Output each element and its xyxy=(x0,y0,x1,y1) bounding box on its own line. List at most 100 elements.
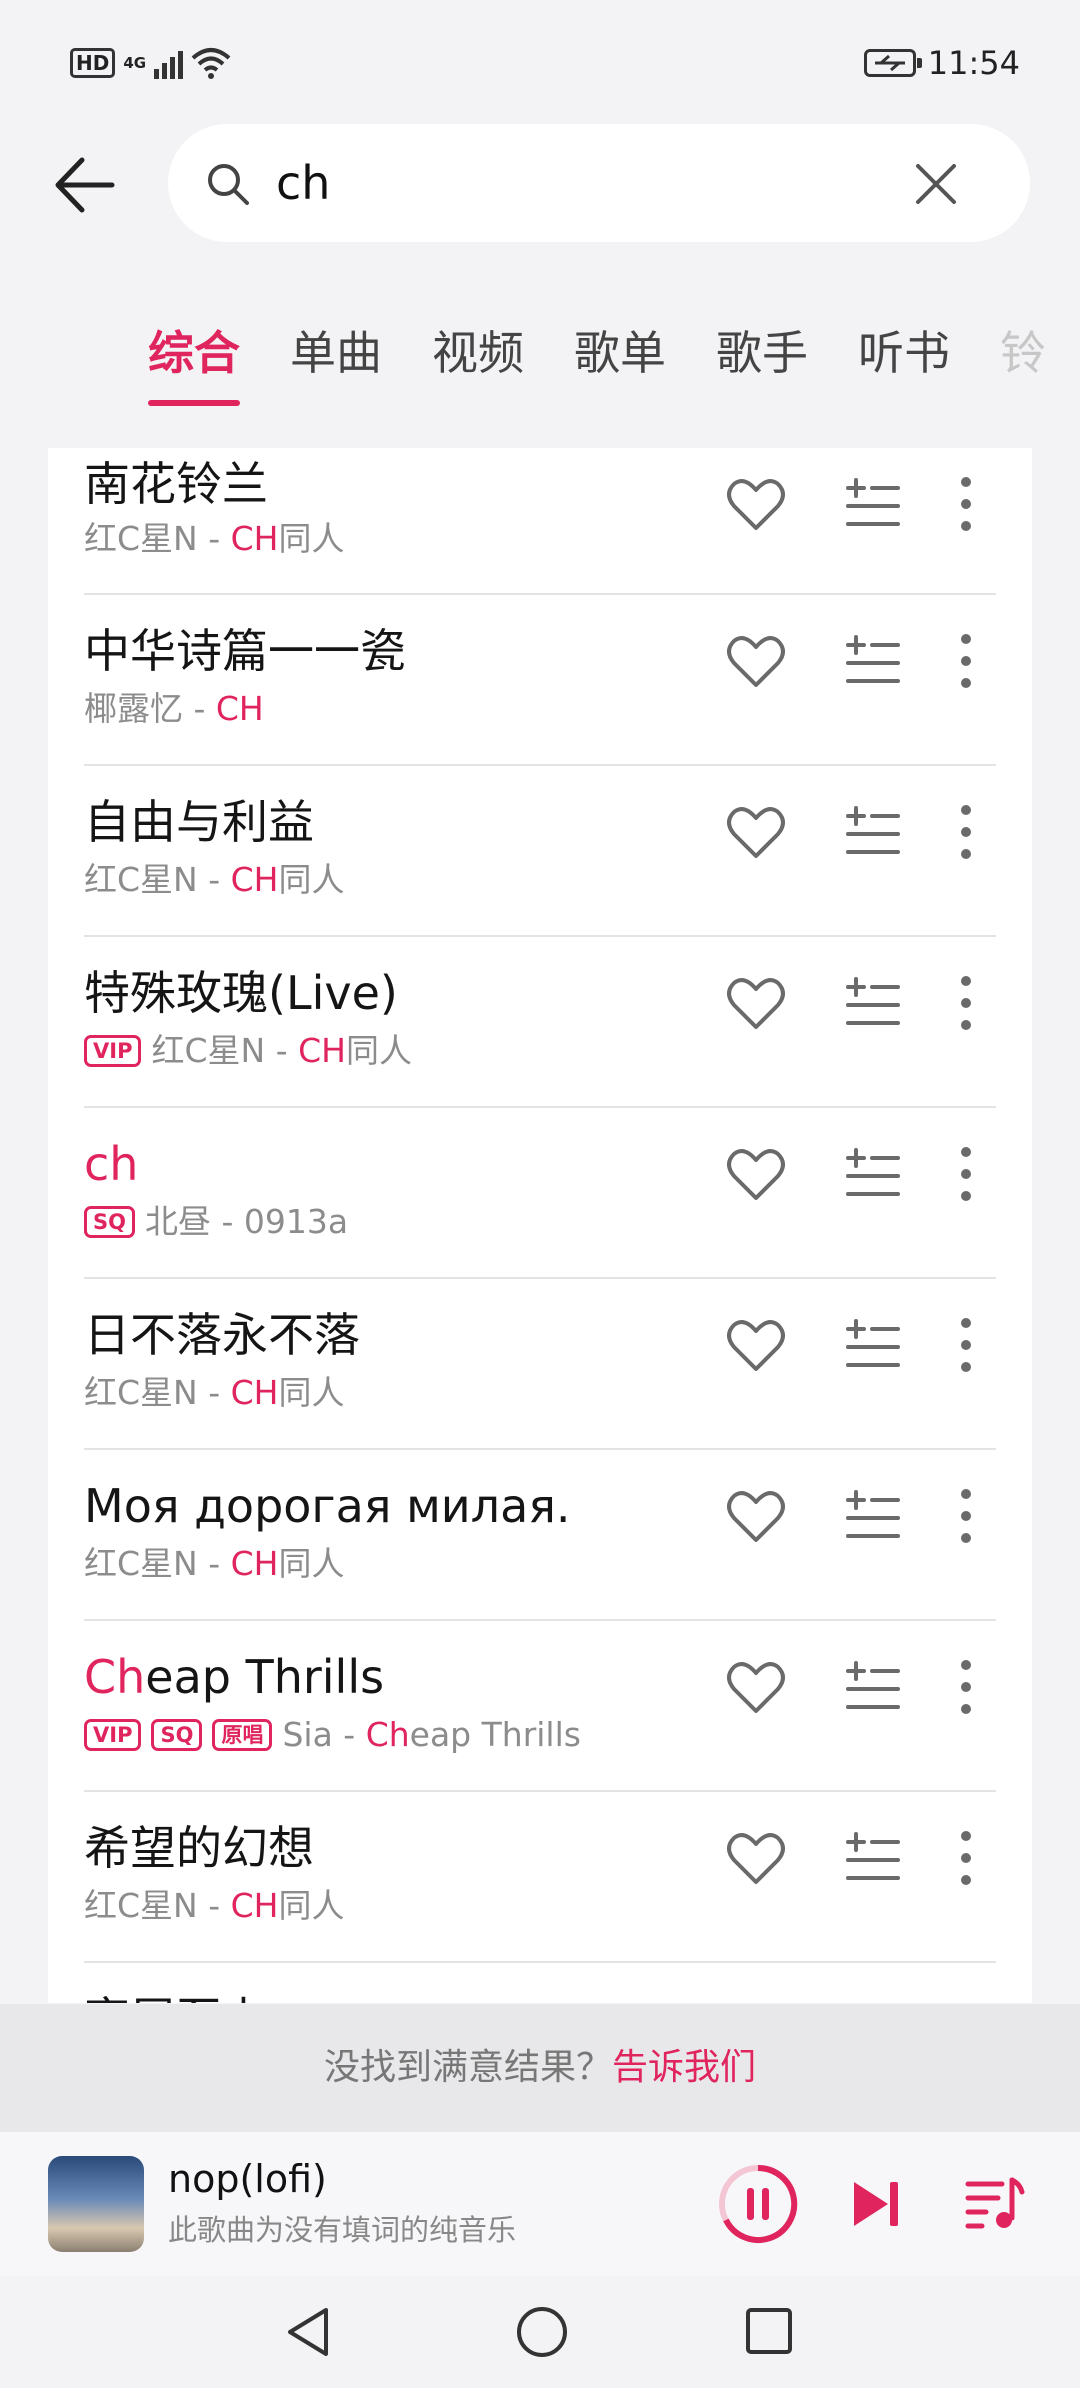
song-row[interactable]: 希望的幻想 红C星N - CH 同人 xyxy=(84,1792,996,1963)
album-name: 同人 xyxy=(278,1373,345,1412)
song-title-text: Моя дорогая милая. xyxy=(84,1479,571,1533)
like-heart-icon[interactable] xyxy=(726,633,786,689)
song-subtitle: VIP SQ 原唱 Sia - Ch eap Thrills xyxy=(84,1714,581,1756)
like-heart-icon[interactable] xyxy=(726,975,786,1031)
more-options-icon[interactable] xyxy=(958,476,974,532)
like-heart-icon[interactable] xyxy=(726,1488,786,1544)
add-to-queue-icon[interactable] xyxy=(844,1661,900,1713)
song-title-text: 南花铃兰 xyxy=(84,457,268,511)
search-category-tabs: 综合 单曲 视频 歌单 歌手 听书铃 xyxy=(148,320,1046,406)
clear-icon[interactable] xyxy=(912,160,960,208)
song-row[interactable]: Cheap Thrills VIP SQ 原唱 Sia - Ch eap Thrills xyxy=(84,1621,996,1792)
separator: - xyxy=(197,1544,231,1583)
separator: - xyxy=(332,1715,366,1754)
tab-4[interactable]: 歌手 xyxy=(716,320,808,386)
back-arrow-icon[interactable] xyxy=(50,150,120,220)
song-title: 日不落永不落 xyxy=(84,1307,360,1363)
like-heart-icon[interactable] xyxy=(726,1659,786,1715)
album-match: CH xyxy=(230,519,279,558)
pause-icon[interactable] xyxy=(716,2162,800,2246)
more-options-icon[interactable] xyxy=(958,804,974,860)
album-match: CH xyxy=(215,689,264,728)
song-title-text: 中华诗篇一一瓷 xyxy=(84,624,406,678)
search-input[interactable]: ch xyxy=(276,154,330,212)
more-options-icon[interactable] xyxy=(958,1488,974,1544)
add-to-queue-icon[interactable] xyxy=(844,1490,900,1542)
now-playing-subtitle: 此歌曲为没有填词的纯音乐 xyxy=(168,2213,517,2247)
song-row[interactable]: ch SQ 北昼 - 0913a xyxy=(84,1108,996,1279)
song-title-text: 日不落永不落 xyxy=(84,1308,360,1362)
song-artist: 椰露忆 xyxy=(84,689,183,728)
song-title-text: 希望的幻想 xyxy=(84,1821,314,1875)
add-to-queue-icon[interactable] xyxy=(844,806,900,858)
song-row[interactable]: 日不落永不落 红C星N - CH 同人 xyxy=(84,1279,996,1450)
more-options-icon[interactable] xyxy=(958,975,974,1031)
tab-2[interactable]: 视频 xyxy=(432,320,524,386)
quality-badge: SQ xyxy=(151,1719,203,1751)
tab-0[interactable]: 综合 xyxy=(148,320,240,406)
quality-badge: SQ xyxy=(84,1206,135,1238)
song-row[interactable]: 特殊玫瑰(Live) VIP 红C星N - CH 同人 xyxy=(84,937,996,1108)
like-heart-icon[interactable] xyxy=(726,1830,786,1886)
like-heart-icon[interactable] xyxy=(726,476,786,532)
add-to-queue-icon[interactable] xyxy=(844,977,900,1029)
more-options-icon[interactable] xyxy=(958,1830,974,1886)
system-navigation-bar xyxy=(0,2276,1080,2388)
add-to-queue-icon[interactable] xyxy=(844,478,900,530)
like-heart-icon[interactable] xyxy=(726,804,786,860)
quality-badge: VIP xyxy=(84,1035,142,1067)
song-artist: 北昼 xyxy=(144,1202,211,1241)
add-to-queue-icon[interactable] xyxy=(844,1832,900,1884)
song-subtitle: 红C星N - CH 同人 xyxy=(84,518,344,560)
song-row[interactable]: 自由与利益 红C星N - CH 同人 xyxy=(84,766,996,937)
song-title: 斋尾至上 xyxy=(84,1991,268,2003)
add-to-queue-icon[interactable] xyxy=(844,635,900,687)
tab-5[interactable]: 听书 xyxy=(858,320,950,386)
cell-signal-icon xyxy=(154,47,184,79)
song-result-list: 南花铃兰 红C星N - CH 同人 中华诗篇一一瓷 椰露忆 - CH 自由与利益 红C星N … xyxy=(48,448,1032,2003)
tab-3[interactable]: 歌单 xyxy=(574,320,666,386)
song-title-text: eap Thrills xyxy=(145,1650,385,1704)
separator: - xyxy=(265,1031,299,1070)
separator: - xyxy=(197,519,231,558)
song-title-text: 特殊玫瑰(Live) xyxy=(84,966,398,1020)
more-options-icon[interactable] xyxy=(958,1146,974,1202)
like-heart-icon[interactable] xyxy=(726,1317,786,1373)
now-playing-title: nop(lofi) xyxy=(168,2157,327,2201)
song-row[interactable]: 中华诗篇一一瓷椰露忆 - CH xyxy=(84,595,996,766)
song-row[interactable]: 斋尾至上 xyxy=(84,1963,996,2003)
playlist-queue-icon[interactable] xyxy=(964,2172,1026,2234)
song-row[interactable]: 南花铃兰红C星N - CH 同人 xyxy=(84,448,996,595)
mini-player[interactable]: nop(lofi) 此歌曲为没有填词的纯音乐 xyxy=(0,2132,1080,2276)
song-title: 自由与利益 xyxy=(84,794,314,850)
more-options-icon[interactable] xyxy=(958,1659,974,1715)
add-to-queue-icon[interactable] xyxy=(844,1319,900,1371)
search-field[interactable]: ch xyxy=(168,124,1030,242)
next-track-icon[interactable] xyxy=(850,2176,902,2232)
feedback-link[interactable]: 告诉我们 xyxy=(612,2047,756,2088)
add-to-queue-icon[interactable] xyxy=(844,1148,900,1200)
song-artist: 红C星N xyxy=(84,1886,198,1925)
album-name: 同人 xyxy=(345,1031,412,1070)
song-title-match: ch xyxy=(84,1137,139,1191)
song-title-text: 斋尾至上 xyxy=(84,1992,268,2003)
album-match: CH xyxy=(230,1886,279,1925)
song-title: 南花铃兰 xyxy=(84,456,268,512)
album-match: CH xyxy=(230,860,279,899)
album-cover[interactable] xyxy=(48,2156,144,2252)
more-options-icon[interactable] xyxy=(958,1317,974,1373)
tab-6[interactable]: 铃 xyxy=(1000,320,1046,386)
song-title: Моя дорогая милая. xyxy=(84,1478,571,1534)
like-heart-icon[interactable] xyxy=(726,1146,786,1202)
album-name: 同人 xyxy=(278,1544,345,1583)
song-artist: 红C星N xyxy=(151,1031,266,1070)
nav-recents-icon[interactable] xyxy=(744,2306,794,2356)
nav-home-icon[interactable] xyxy=(514,2304,570,2360)
song-row[interactable]: Моя дорогая милая. 红C星N - CH 同人 xyxy=(84,1450,996,1621)
album-name: 同人 xyxy=(278,860,345,899)
song-title-match: Ch xyxy=(84,1650,146,1704)
more-options-icon[interactable] xyxy=(958,633,974,689)
tab-1[interactable]: 单曲 xyxy=(290,320,382,386)
nav-back-icon[interactable] xyxy=(282,2304,338,2360)
song-subtitle: 椰露忆 - CH xyxy=(84,688,264,730)
